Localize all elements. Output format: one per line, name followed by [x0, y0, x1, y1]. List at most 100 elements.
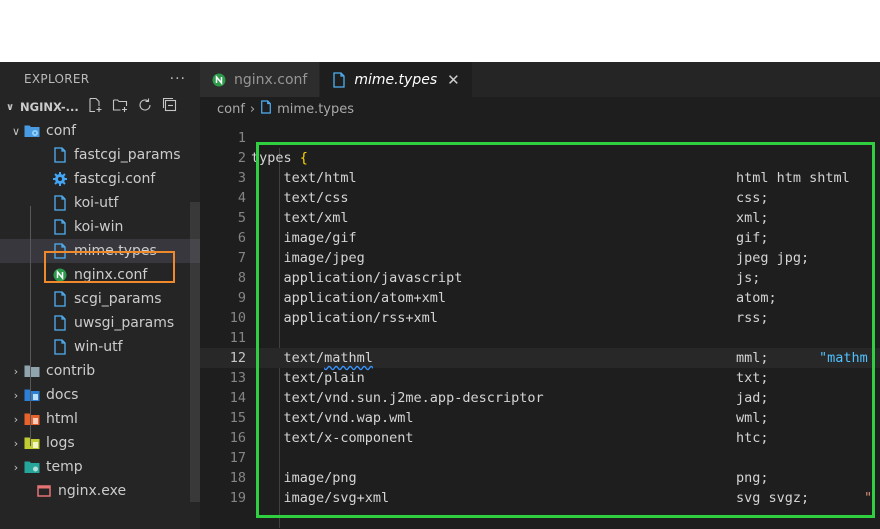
extensions-text: jad; — [736, 390, 769, 406]
chevron-down-icon: ∨ — [6, 101, 15, 113]
code-line: 5 text/xml xml; — [200, 208, 880, 228]
sidebar-scrollbar[interactable] — [190, 202, 200, 502]
line-number: 6 — [237, 230, 246, 246]
tab-mime-types[interactable]: mime.types ✕ — [320, 62, 473, 97]
tree-item-label: koi-utf — [74, 195, 119, 211]
tree-item-label: nginx.exe — [58, 483, 127, 499]
file-icon — [52, 147, 68, 163]
string-text: " — [864, 490, 873, 506]
file-icon — [52, 315, 68, 331]
code-line: 12 text/mathml mml; "mathm — [200, 348, 880, 368]
vscode-window: EXPLORER ··· ∨ NGINX-... ∨ conf fastcgi_… — [0, 62, 880, 529]
line-number: 2 — [237, 150, 246, 166]
code-line: 3 text/html html htm shtml — [200, 168, 880, 188]
line-number: 10 — [229, 310, 246, 326]
code-text: text/css — [251, 190, 349, 206]
breadcrumb-file[interactable]: mime.types — [277, 102, 354, 117]
line-number: 9 — [237, 290, 246, 306]
tree-item-label: temp — [46, 459, 83, 475]
line-number: 17 — [229, 450, 246, 466]
tree-item-label: fastcgi_params — [74, 147, 181, 163]
refresh-icon[interactable] — [137, 97, 153, 117]
code-text: types { — [251, 150, 308, 166]
collapse-all-icon[interactable] — [162, 97, 178, 117]
chevron-right-icon: › — [13, 436, 19, 450]
code-line: 2 types { — [200, 148, 880, 168]
code-text: image/svg+xml — [251, 490, 390, 506]
code-text: text/vnd.wap.wml — [251, 410, 414, 426]
tab-nginx-conf[interactable]: nginx.conf — [200, 62, 321, 97]
new-file-icon[interactable] — [87, 97, 103, 117]
breadcrumb-separator: › — [249, 101, 256, 117]
close-icon[interactable]: ✕ — [447, 71, 460, 89]
tree-item-label: logs — [46, 435, 75, 451]
tree-item-label: docs — [46, 387, 79, 403]
string-text: "mathm — [819, 350, 868, 366]
folder-docs-icon — [24, 387, 40, 403]
workspace-section-header[interactable]: ∨ NGINX-... — [0, 95, 200, 119]
extensions-text: css; — [736, 190, 769, 206]
more-actions-button[interactable]: ··· — [170, 71, 186, 87]
folder-temp-icon — [24, 459, 40, 475]
code-line: 10 application/rss+xml rss; — [200, 308, 880, 328]
file-icon — [52, 339, 68, 355]
code-text: image/jpeg — [251, 250, 365, 266]
folder-gear-icon — [24, 123, 40, 139]
code-text: image/png — [251, 470, 357, 486]
extensions-text: wml; — [736, 410, 769, 426]
line-number: 12 — [229, 350, 246, 366]
line-number: 18 — [229, 470, 246, 486]
code-line: 11 — [200, 328, 880, 348]
extensions-text: txt; — [736, 370, 769, 386]
code-editor[interactable]: 1 2 types {3 text/html html htm shtml 4 text… — [200, 128, 880, 529]
tab-label: nginx.conf — [234, 71, 308, 88]
line-number: 19 — [229, 490, 246, 506]
line-number: 15 — [229, 410, 246, 426]
tree-item-label: html — [46, 411, 78, 427]
tree-item-temp[interactable]: › temp — [0, 455, 200, 479]
line-number: 8 — [237, 270, 246, 286]
new-folder-icon[interactable] — [112, 97, 128, 117]
extensions-text: atom; — [736, 290, 777, 306]
tree-item-label: contrib — [46, 363, 96, 379]
code-text: text/html — [251, 170, 357, 186]
folder-html-icon — [24, 411, 40, 427]
code-text: application/javascript — [251, 270, 463, 286]
line-number: 13 — [229, 370, 246, 386]
breadcrumb-folder[interactable]: conf — [217, 102, 245, 117]
tree-item-conf[interactable]: ∨ conf — [0, 119, 200, 143]
code-text: application/rss+xml — [251, 310, 438, 326]
tree-item-label: uwsgi_params — [74, 315, 175, 331]
extensions-text: htc; — [736, 430, 769, 446]
tab-bar: nginx.conf mime.types ✕ — [200, 62, 880, 97]
tree-item-nginx-exe[interactable]: nginx.exe — [0, 479, 200, 503]
workspace-title: NGINX-... — [20, 100, 79, 114]
code-text: text/vnd.sun.j2me.app-descriptor — [251, 390, 544, 406]
chevron-right-icon: › — [13, 364, 19, 378]
code-text: text/plain — [251, 370, 365, 386]
extensions-text: rss; — [736, 310, 769, 326]
code-line: 13 text/plain txt; — [200, 368, 880, 388]
code-line: 18 image/png png; — [200, 468, 880, 488]
file-icon — [52, 195, 68, 211]
extensions-text: png; — [736, 470, 769, 486]
code-line: 9 application/atom+xml atom; — [200, 288, 880, 308]
code-line: 14 text/vnd.sun.j2me.app-descriptor jad; — [200, 388, 880, 408]
tab-label: mime.types — [354, 71, 438, 88]
code-text: text/xml — [251, 210, 349, 226]
code-line: 19 image/svg+xml svg svgz; " — [200, 488, 880, 508]
explorer-title: EXPLORER — [24, 71, 90, 86]
tree-item-fastcgi-params[interactable]: fastcgi_params — [0, 143, 200, 167]
file-icon — [52, 291, 68, 307]
breadcrumb: conf › mime.types — [200, 97, 880, 121]
tree-item-fastcgi-conf[interactable]: fastcgi.conf — [0, 167, 200, 191]
indent-guide — [30, 206, 31, 446]
code-line: 4 text/css css; — [200, 188, 880, 208]
tree-item-label: fastcgi.conf — [74, 171, 156, 187]
extensions-text: mml; — [736, 350, 769, 366]
file-icon — [260, 100, 272, 118]
tree-item-label: conf — [46, 123, 77, 139]
line-number: 14 — [229, 390, 246, 406]
line-number: 11 — [229, 330, 246, 346]
code-text: text/mathml — [251, 350, 373, 366]
